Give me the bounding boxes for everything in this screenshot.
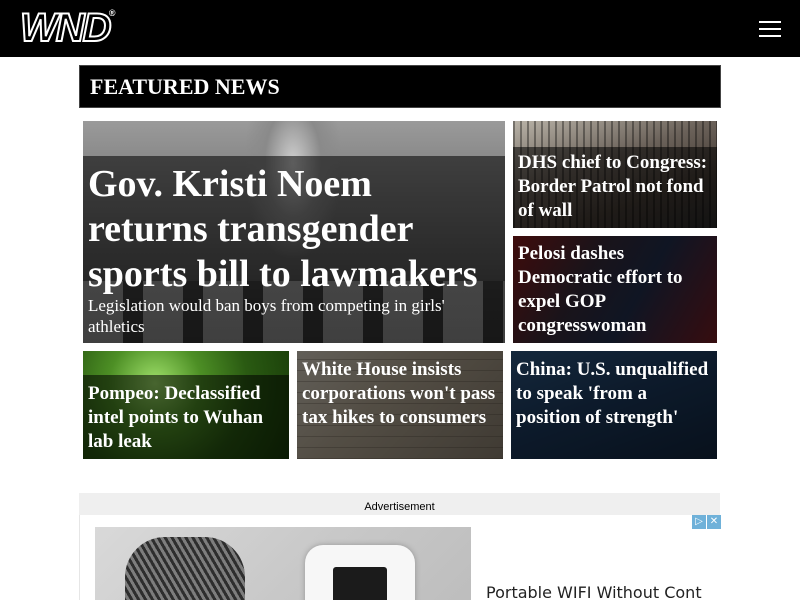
featured-story[interactable]: DHS chief to Congress: Border Patrol not… — [513, 121, 717, 228]
story-headline[interactable]: Pelosi dashes Democratic effort to expel… — [518, 242, 713, 338]
story-subtitle: Legislation would ban boys from competin… — [88, 296, 445, 336]
story-headline[interactable]: White House insists corporations won't p… — [302, 358, 499, 430]
menu-line — [759, 28, 781, 30]
cable-graphic — [125, 537, 245, 600]
story-headline[interactable]: Gov. Kristi Noem returns transgender spo… — [88, 162, 501, 297]
story-headline[interactable]: Pompeo: Declassified intel points to Wuh… — [88, 382, 285, 454]
featured-story-main[interactable]: Gov. Kristi Noem returns transgender spo… — [83, 121, 505, 343]
top-bar: WND ® — [0, 0, 800, 57]
featured-story[interactable]: Pompeo: Declassified intel points to Wuh… — [83, 351, 289, 459]
featured-story[interactable]: White House insists corporations won't p… — [297, 351, 503, 459]
ad-image[interactable] — [95, 527, 471, 600]
featured-news-title: FEATURED NEWS — [90, 74, 280, 99]
advertisement-label-bar: Advertisement — [79, 493, 720, 515]
menu-line — [759, 21, 781, 23]
registered-mark: ® — [108, 8, 116, 18]
wifi-device-graphic — [305, 545, 415, 600]
story-headline[interactable]: DHS chief to Congress: Border Patrol not… — [518, 151, 713, 223]
featured-news-header: FEATURED NEWS — [79, 65, 721, 108]
ad-info-icon[interactable]: ▷ — [692, 515, 706, 529]
hamburger-menu-icon[interactable] — [759, 20, 781, 38]
logo-text: WND — [19, 6, 113, 50]
device-screen — [333, 567, 387, 600]
story-headline[interactable]: China: U.S. unqualified to speak 'from a… — [516, 358, 713, 430]
advertisement-label: Advertisement — [364, 501, 435, 513]
featured-story[interactable]: Pelosi dashes Democratic effort to expel… — [513, 236, 717, 343]
featured-story[interactable]: China: U.S. unqualified to speak 'from a… — [511, 351, 717, 459]
advertisement[interactable]: Portable WIFI Without Cont ▷ ✕ — [79, 515, 721, 600]
menu-line — [759, 35, 781, 37]
ad-close-icon[interactable]: ✕ — [707, 515, 721, 529]
site-logo[interactable]: WND ® — [19, 6, 116, 50]
ad-headline[interactable]: Portable WIFI Without Cont — [486, 583, 702, 600]
